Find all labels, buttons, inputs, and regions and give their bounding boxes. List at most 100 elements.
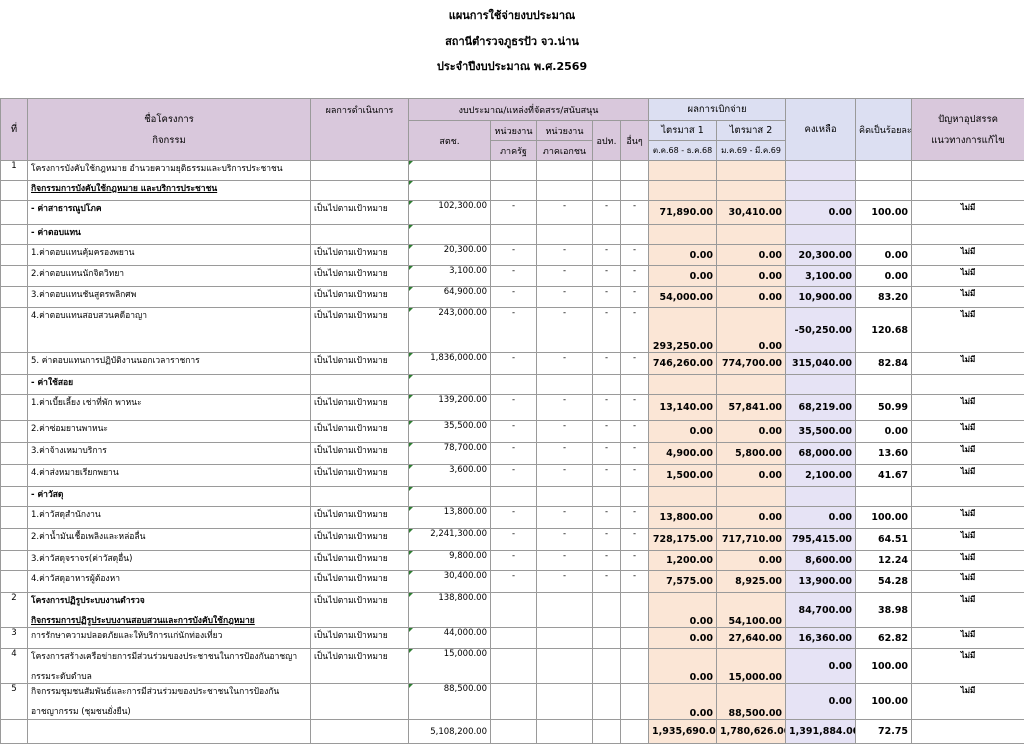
row-pct: 100.00 xyxy=(855,683,913,720)
row-q1: 1,500.00 xyxy=(648,464,718,487)
row-priv: - xyxy=(536,307,593,353)
total-stch: 5,108,200.00 xyxy=(408,719,491,744)
row-name: โครงการบังคับใช้กฎหมาย อำนวยความยุติธรรม… xyxy=(27,160,311,181)
row-q1: 7,575.00 xyxy=(648,570,718,593)
row-pct: 0.00 xyxy=(855,265,913,287)
table-row: 3 การรักษาความปลอดภัยและให้บริการแก่นักท่… xyxy=(0,627,1024,649)
row-other xyxy=(619,627,650,649)
row-pct xyxy=(855,160,913,181)
row-pct: 100.00 xyxy=(855,200,913,225)
row-gov xyxy=(490,592,537,628)
row-q1: 13,800.00 xyxy=(648,506,718,529)
row-problem: ไม่มี xyxy=(911,570,1024,593)
row-name-line1: 1.ค่าเบี้ยเลี้ยง เช่าที่พัก พาหนะ xyxy=(31,398,142,408)
row-priv xyxy=(536,683,593,720)
row-number xyxy=(0,286,28,308)
row-other xyxy=(619,160,650,181)
row-stch: 3,600.00 xyxy=(408,464,491,487)
row-name: 1.ค่าตอบแทนคุ้มครองพยาน xyxy=(27,244,311,266)
row-number xyxy=(0,244,28,266)
row-problem: ไม่มี xyxy=(911,550,1024,571)
row-result: เป็นไปตามเป้าหมาย xyxy=(310,352,409,375)
row-priv xyxy=(536,627,593,649)
col-priv: หน่วยงาน xyxy=(536,120,593,141)
col-q1-range: ต.ค.68 - ธ.ค.68 xyxy=(648,140,718,161)
col-q2-range: ม.ค.69 - มี.ค.69 xyxy=(716,140,787,161)
row-stch: 1,836,000.00 xyxy=(408,352,491,375)
row-stch: 243,000.00 xyxy=(408,307,491,353)
row-number xyxy=(0,464,28,487)
col-project-label: ชื่อโครงการ xyxy=(144,113,194,125)
row-name-line1: กิจกรรมการบังคับใช้กฎหมาย และบริการประชา… xyxy=(31,184,218,194)
row-opt xyxy=(592,224,621,245)
row-problem: ไม่มี xyxy=(911,307,1024,353)
row-remain: 84,700.00 xyxy=(785,592,857,628)
row-number xyxy=(0,374,28,395)
row-result: เป็นไปตามเป้าหมาย xyxy=(310,265,409,287)
row-pct: 100.00 xyxy=(855,648,913,684)
table-row: - ค่าวัสดุ xyxy=(0,486,1024,507)
row-stch: 2,241,300.00 xyxy=(408,528,491,551)
row-q2: 30,410.00 xyxy=(716,200,787,225)
row-q1: 0.00 xyxy=(648,420,718,443)
row-name-line1: โครงการปฏิรูประบบงานตำรวจ xyxy=(31,596,145,606)
row-pct: 62.82 xyxy=(855,627,913,649)
row-number xyxy=(0,528,28,551)
row-remain: 68,000.00 xyxy=(785,442,857,465)
row-q1 xyxy=(648,374,718,395)
col-opt: อปท. xyxy=(592,120,621,161)
row-pct xyxy=(855,180,913,201)
row-gov: - xyxy=(490,528,537,551)
row-number: 2 xyxy=(0,592,28,628)
col-problem-label: ปัญหาอุปสรรค xyxy=(938,113,998,125)
row-opt: - xyxy=(592,286,621,308)
row-name: 4.ค่าตอบแทนสอบสวนคดีอาญา xyxy=(27,307,311,353)
row-other: - xyxy=(619,550,650,571)
total-q2: 1,780,626.00 xyxy=(716,719,787,744)
row-remain xyxy=(785,486,857,507)
row-remain: 68,219.00 xyxy=(785,394,857,421)
row-q2: 0.00 xyxy=(716,244,787,266)
table-row: กิจกรรมการบังคับใช้กฎหมาย และบริการประชา… xyxy=(0,180,1024,201)
row-gov: - xyxy=(490,570,537,593)
row-problem: ไม่มี xyxy=(911,265,1024,287)
row-opt: - xyxy=(592,506,621,529)
row-gov xyxy=(490,648,537,684)
row-remain: 35,500.00 xyxy=(785,420,857,443)
row-result xyxy=(310,486,409,507)
row-problem: ไม่มี xyxy=(911,627,1024,649)
row-q1: 0.00 xyxy=(648,648,718,684)
row-q2 xyxy=(716,486,787,507)
row-remain: 20,300.00 xyxy=(785,244,857,266)
row-opt xyxy=(592,160,621,181)
row-other: - xyxy=(619,352,650,375)
row-other xyxy=(619,180,650,201)
row-remain: 0.00 xyxy=(785,648,857,684)
row-name-line1: 1.ค่าตอบแทนคุ้มครองพยาน xyxy=(31,248,135,258)
row-name: โครงการสร้างเครือข่ายการมีส่วนร่วมของประ… xyxy=(27,648,311,684)
col-solution-label: แนวทางการแก้ไข xyxy=(931,134,1005,146)
row-name: - ค่าตอบแทน xyxy=(27,224,311,245)
row-remain: 0.00 xyxy=(785,200,857,225)
row-other: - xyxy=(619,265,650,287)
table-row: 4 โครงการสร้างเครือข่ายการมีส่วนร่วมของปร… xyxy=(0,648,1024,684)
row-name-line1: - ค่าสาธารณูปโภค xyxy=(31,204,102,214)
row-stch: 78,700.00 xyxy=(408,442,491,465)
row-q2 xyxy=(716,160,787,181)
row-priv: - xyxy=(536,570,593,593)
row-pct xyxy=(855,374,913,395)
row-opt xyxy=(592,648,621,684)
row-gov: - xyxy=(490,442,537,465)
row-other: - xyxy=(619,420,650,443)
row-q2: 0.00 xyxy=(716,506,787,529)
row-q1: 4,900.00 xyxy=(648,442,718,465)
row-q2: 15,000.00 xyxy=(716,648,787,684)
row-remain xyxy=(785,224,857,245)
row-remain: 0.00 xyxy=(785,683,857,720)
total-remain: 1,391,884.00 xyxy=(785,719,857,744)
col-project: ชื่อโครงการ กิจกรรม xyxy=(27,98,311,161)
row-stch: 35,500.00 xyxy=(408,420,491,443)
row-stch xyxy=(408,160,491,181)
row-priv: - xyxy=(536,244,593,266)
row-problem xyxy=(911,224,1024,245)
